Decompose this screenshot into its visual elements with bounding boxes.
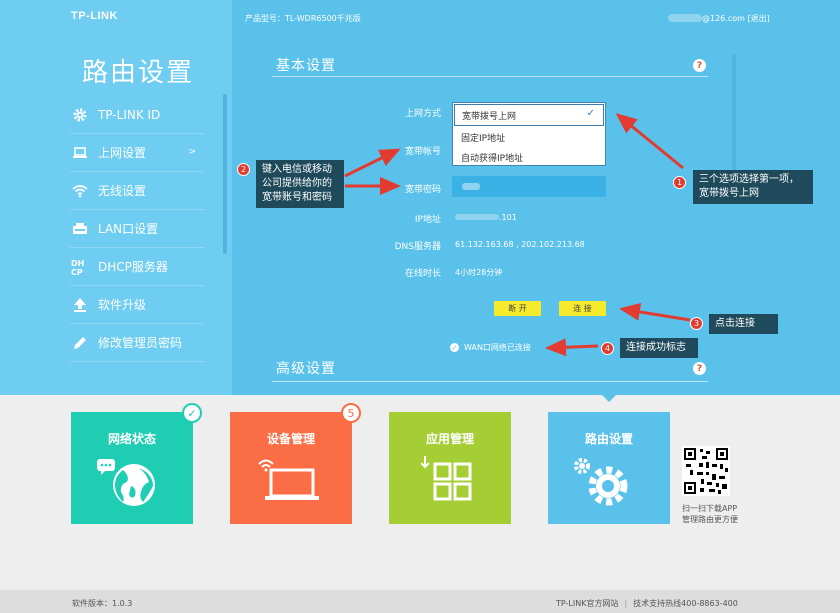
- callout-2: 键入电信或移动公司提供给你的宽带账号和密码: [256, 160, 344, 208]
- tile-app-management[interactable]: 应用管理: [389, 412, 511, 524]
- tile-title: 网络状态: [107, 432, 156, 446]
- qr-code: [682, 446, 730, 496]
- tile-network-status[interactable]: 网络状态: [71, 412, 193, 524]
- separator: |: [624, 599, 628, 608]
- callout-2-number: 2: [237, 163, 250, 176]
- globe-icon: [97, 459, 155, 506]
- tile-title: 路由设置: [584, 432, 633, 446]
- apps-grid-icon: [421, 456, 472, 501]
- device-count-badge: 5: [341, 403, 361, 423]
- arrow-4: [545, 338, 599, 357]
- arrow-2a: [344, 148, 401, 178]
- tile-device-management[interactable]: 设备管理: [230, 412, 352, 524]
- arrow-3: [619, 302, 691, 322]
- official-site-link[interactable]: TP-LINK官方网站: [556, 599, 618, 608]
- callout-3-number: 3: [690, 317, 703, 330]
- callout-1-number: 1: [673, 176, 686, 189]
- tile-title: 设备管理: [266, 432, 315, 446]
- tile-title: 应用管理: [425, 432, 474, 446]
- software-version: 软件版本：1.0.3: [72, 599, 133, 608]
- gears-icon: [574, 458, 628, 506]
- callout-1: 三个选项选择第一项，宽带拨号上网: [693, 170, 813, 204]
- status-ok-badge: ✓: [182, 403, 202, 423]
- callout-3: 点击连接: [709, 314, 778, 334]
- arrow-1: [615, 113, 684, 170]
- footer-links: TP-LINK官方网站 | 技术支持热线400-8863-400: [556, 598, 738, 609]
- laptop-wifi-icon: [258, 459, 319, 500]
- tile-router-settings[interactable]: 路由设置: [548, 412, 670, 524]
- callout-4: 连接成功标志: [620, 338, 698, 358]
- footer: 软件版本：1.0.3 TP-LINK官方网站 | 技术支持热线400-8863-40…: [0, 590, 840, 613]
- support-hotline: 技术支持热线400-8863-400: [633, 599, 738, 608]
- qr-code-image: [684, 448, 728, 494]
- callout-4-number: 4: [601, 342, 614, 355]
- qr-caption: 扫一扫下载APP管理路由更方便: [682, 504, 738, 524]
